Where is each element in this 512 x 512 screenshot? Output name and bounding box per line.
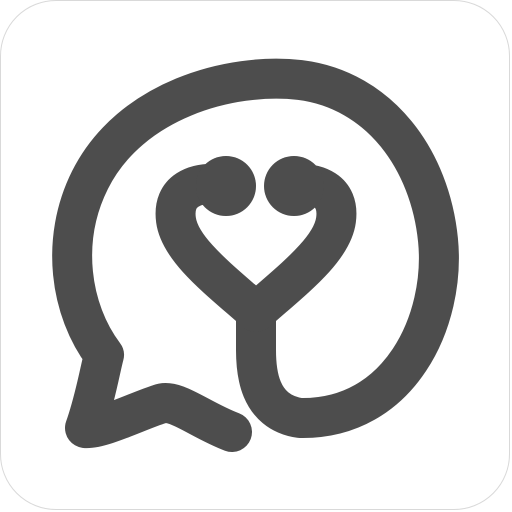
chat-bubble-stethoscope-icon <box>52 58 459 452</box>
stethoscope-earpiece-left <box>196 156 256 216</box>
chat-bubble-outline <box>52 58 459 452</box>
screen <box>0 0 512 512</box>
stethoscope-earpiece-right <box>264 156 324 216</box>
